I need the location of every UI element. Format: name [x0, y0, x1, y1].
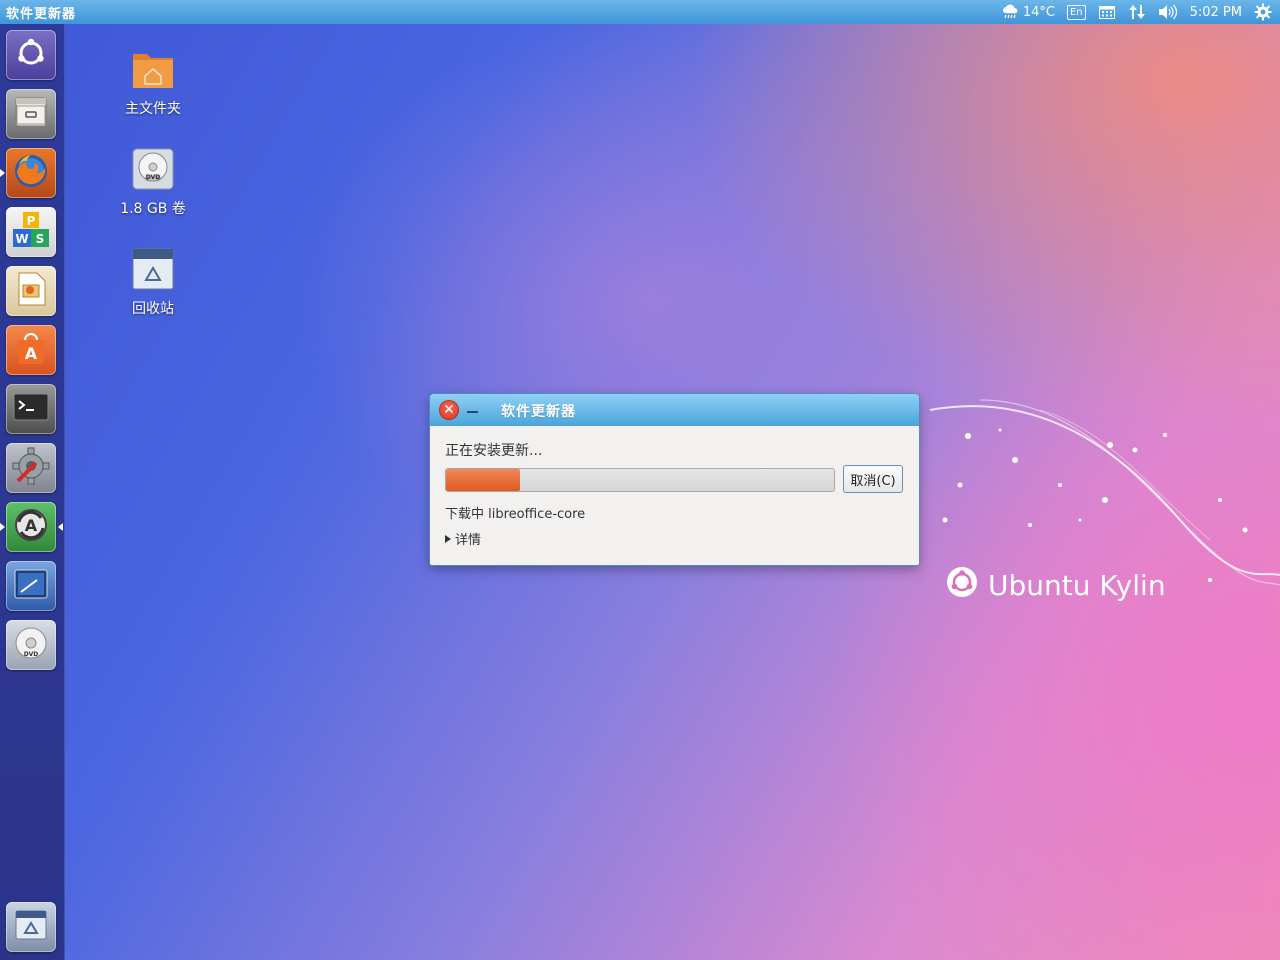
launcher-dvd[interactable]: DVD [6, 620, 56, 670]
network-arrows-icon [1128, 4, 1146, 20]
weather-indicator[interactable]: 14°C [1001, 4, 1055, 20]
desktop-icon-trash[interactable]: 回收站 [103, 246, 203, 318]
libreoffice-impress-icon [11, 269, 51, 313]
launcher-impress[interactable] [6, 266, 56, 316]
trash-icon [11, 905, 51, 949]
cancel-button[interactable]: 取消(C) [843, 465, 903, 493]
weather-temp: 14°C [1022, 4, 1055, 20]
active-app-title: 软件更新器 [6, 6, 77, 22]
software-center-icon: A [11, 328, 51, 372]
session-indicator[interactable] [1254, 3, 1272, 21]
details-expander[interactable]: 详情 [445, 529, 481, 548]
launcher-software-updater[interactable]: A [6, 502, 56, 552]
ubuntu-logo-icon [946, 566, 978, 605]
dialog-title: 软件更新器 [501, 404, 576, 420]
clock-indicator[interactable]: 5:02 PM [1190, 5, 1242, 20]
indicator-area: 14°C En 5:02 PM [1001, 0, 1272, 24]
firefox-icon [10, 150, 52, 196]
svg-text:DVD: DVD [24, 651, 39, 658]
launcher-screenshot[interactable] [6, 561, 56, 611]
svg-text:S: S [36, 232, 45, 246]
launcher-trash[interactable] [6, 902, 56, 952]
home-folder-icon [130, 46, 176, 92]
install-progress-bar [445, 468, 835, 492]
svg-text:DVD: DVD [146, 174, 161, 181]
brand-text: Ubuntu Kylin [988, 569, 1166, 602]
software-updater-icon: A [10, 504, 52, 550]
network-indicator[interactable] [1128, 4, 1146, 20]
launcher-terminal[interactable] [6, 384, 56, 434]
wallpaper-sparkles [929, 399, 1280, 586]
top-panel: 软件更新器 14°C En 5:02 PM [0, 0, 1280, 24]
progress-fill [446, 469, 520, 491]
screenshot-tool-icon [11, 564, 51, 608]
gear-icon [1254, 3, 1272, 21]
updater-focused-indicator [58, 523, 63, 531]
svg-text:P: P [27, 214, 36, 228]
expander-arrow-icon [445, 534, 451, 543]
wps-office-icon: PWS [10, 209, 52, 255]
updater-running-indicator [0, 523, 5, 531]
dash-home-icon [13, 35, 49, 75]
keyboard-indicator[interactable]: En [1066, 4, 1086, 20]
weather-cloud-icon [1001, 4, 1019, 20]
desktop-icon-volume[interactable]: DVD 1.8 GB 卷 [103, 146, 203, 218]
svg-text:A: A [25, 344, 38, 363]
desktop-icon-label: 1.8 GB 卷 [120, 201, 186, 217]
keyboard-layout: En [1066, 4, 1086, 20]
dvd-volume-icon: DVD [130, 146, 176, 192]
desktop-icon-label: 回收站 [132, 301, 174, 317]
system-settings-icon [10, 445, 52, 491]
desktop-icon-home[interactable]: 主文件夹 [103, 46, 203, 118]
dialog-titlebar[interactable]: ✕ 软件更新器 [430, 394, 919, 426]
sound-indicator[interactable] [1158, 4, 1178, 20]
close-button[interactable]: ✕ [439, 400, 459, 420]
software-updater-dialog: ✕ 软件更新器 正在安装更新... 取消(C) 下载中 libreoffice-… [430, 394, 919, 565]
desktop-icon-label: 主文件夹 [125, 101, 181, 117]
launcher-files[interactable] [6, 89, 56, 139]
trash-icon [130, 246, 176, 292]
download-status: 下载中 libreoffice-core [445, 507, 586, 522]
close-icon: ✕ [443, 402, 455, 418]
install-status: 正在安装更新... [445, 443, 543, 459]
details-label: 详情 [455, 533, 482, 548]
launcher-wps[interactable]: PWS [6, 207, 56, 257]
firefox-running-indicator [0, 169, 5, 177]
clock-time: 5:02 PM [1189, 4, 1242, 20]
launcher-dash[interactable] [6, 30, 56, 80]
terminal-icon [11, 387, 51, 431]
svg-text:A: A [25, 516, 38, 535]
launcher-firefox[interactable] [6, 148, 56, 198]
volume-icon [1158, 4, 1178, 20]
svg-text:W: W [15, 232, 28, 246]
minimize-button[interactable] [467, 411, 478, 413]
launcher-system-settings[interactable] [6, 443, 56, 493]
ubuntu-kylin-brand: Ubuntu Kylin [946, 566, 1166, 605]
launcher-software-center[interactable]: A [6, 325, 56, 375]
launcher: PWS A A DVD [0, 24, 65, 960]
files-icon [11, 92, 51, 136]
calendar-indicator[interactable] [1098, 4, 1116, 20]
calendar-icon [1098, 4, 1116, 20]
dvd-drive-icon: DVD [11, 623, 51, 667]
